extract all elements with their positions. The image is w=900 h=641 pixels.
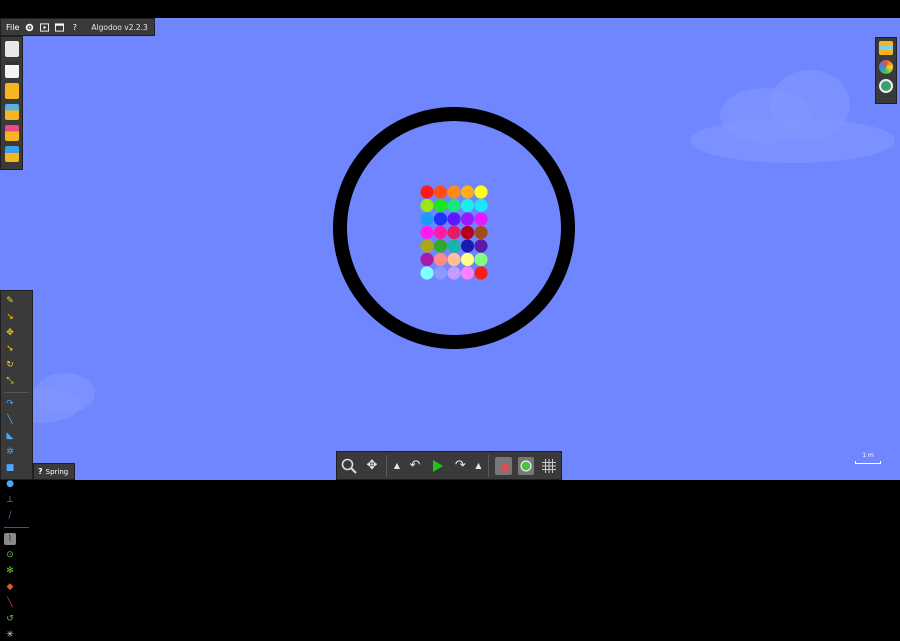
ball[interactable] (447, 239, 461, 253)
ball[interactable] (474, 198, 488, 213)
ball[interactable] (420, 198, 434, 213)
zoom-icon[interactable] (341, 457, 358, 475)
scene-canvas[interactable] (0, 18, 900, 480)
rope-tool-icon[interactable]: ↷ (4, 398, 16, 410)
laser-tool-icon[interactable]: ╲ (4, 597, 16, 609)
open-scene-icon[interactable] (4, 104, 19, 120)
ball-grid[interactable] (420, 185, 488, 280)
help-icon[interactable]: ? (70, 23, 79, 32)
gear-tool-icon[interactable]: ✲ (4, 446, 16, 458)
scene (333, 107, 575, 349)
plugin-icon[interactable] (879, 79, 893, 93)
open-folder-icon[interactable] (4, 83, 19, 99)
ball[interactable] (474, 212, 488, 226)
planet-icon[interactable] (517, 456, 535, 475)
ball[interactable] (460, 239, 475, 253)
tools-toolbar: ✎ ↘ ✥ ➘ ↻ ⤡ ↷ ╲ ◣ ✲ ■ ● ⊥ ⧸ ⌇ ⊙ ✻ ◆ ╲ ↺ … (0, 290, 33, 640)
chain-tool-icon[interactable]: ⧸ (4, 510, 16, 522)
ball[interactable] (447, 185, 461, 199)
scale-bar (855, 461, 881, 464)
ball[interactable] (433, 198, 448, 213)
ball[interactable] (460, 212, 475, 226)
file-toolbar (0, 36, 23, 170)
scale-indicator: 1 m (855, 452, 881, 464)
plane-tool-icon[interactable]: ⊥ (4, 494, 16, 506)
ball[interactable] (420, 185, 434, 199)
main-menu-bar: File ? Algodoo v2.2.3 (0, 18, 155, 36)
ball[interactable] (420, 239, 434, 253)
divider (386, 454, 388, 477)
polygon-tool-icon[interactable]: ◣ (4, 430, 16, 442)
ball[interactable] (460, 198, 475, 213)
ball[interactable] (460, 185, 475, 199)
ball[interactable] (447, 252, 461, 267)
ball[interactable] (474, 225, 488, 240)
ball[interactable] (474, 239, 488, 253)
background-icon[interactable] (495, 456, 512, 475)
ball[interactable] (460, 266, 475, 280)
drag-hand-icon[interactable]: ➘ (4, 343, 16, 355)
new-scene-icon[interactable] (4, 41, 19, 57)
layers-icon[interactable] (879, 41, 893, 55)
ball[interactable] (433, 252, 448, 267)
scale-tool-icon[interactable]: ⤡ (4, 375, 16, 387)
ball[interactable] (420, 212, 434, 226)
speed-up-arrow-icon[interactable]: ▲ (393, 457, 400, 475)
ball[interactable] (460, 252, 475, 267)
particle-tool-icon[interactable]: ✳ (4, 629, 16, 641)
blank-scene-icon[interactable] (4, 62, 19, 78)
ball[interactable] (420, 266, 434, 280)
version-label: Algodoo v2.2.3 (91, 22, 148, 32)
ball[interactable] (474, 252, 488, 267)
knife-tool-icon[interactable]: ╲ (4, 414, 16, 426)
simulation-toolbar: ✥ ▲ ↶ ↷ ▲ (336, 451, 562, 480)
palette-icon[interactable] (879, 60, 893, 74)
ball[interactable] (420, 252, 434, 267)
browse-online-icon[interactable] (4, 125, 19, 141)
drag-tool-icon[interactable]: ↘ (4, 311, 16, 323)
ball[interactable] (447, 225, 461, 240)
help-icon[interactable]: ? (38, 467, 43, 476)
file-menu[interactable]: File (6, 23, 19, 32)
divider (4, 527, 29, 528)
circle-tool-icon[interactable]: ● (4, 478, 16, 490)
ball[interactable] (433, 225, 448, 240)
ball[interactable] (433, 212, 448, 226)
ball[interactable] (460, 225, 475, 240)
ball[interactable] (447, 266, 461, 280)
ball[interactable] (447, 212, 461, 226)
pan-icon[interactable]: ✥ (364, 457, 381, 475)
gear-icon[interactable] (25, 23, 34, 32)
spring-tool-icon[interactable]: ⌇ (4, 533, 16, 545)
sketch-tool-icon[interactable]: ✎ (4, 295, 16, 307)
active-tool-label: ? Spring (33, 463, 75, 480)
ball[interactable] (474, 266, 488, 280)
undo-icon[interactable]: ↶ (407, 457, 424, 475)
divider (488, 454, 490, 477)
box-tool-icon[interactable]: ■ (4, 462, 16, 474)
play-icon[interactable] (40, 22, 50, 32)
hinge-tool-icon[interactable]: ⊙ (4, 549, 16, 561)
ball[interactable] (433, 239, 448, 253)
tool-name: Spring (45, 467, 69, 476)
divider (4, 392, 29, 393)
scale-label: 1 m (862, 452, 874, 459)
ball[interactable] (474, 185, 488, 199)
grid-icon[interactable] (540, 457, 557, 475)
ball[interactable] (433, 185, 448, 199)
fixate-tool-icon[interactable]: ✻ (4, 565, 16, 577)
save-icon[interactable] (4, 146, 19, 162)
ball[interactable] (420, 225, 434, 240)
window-icon[interactable] (55, 22, 65, 32)
view-toolbar (875, 37, 897, 104)
rotate-tool-icon[interactable]: ↻ (4, 359, 16, 371)
move-tool-icon[interactable]: ✥ (4, 327, 16, 339)
tracer-tool-icon[interactable]: ↺ (4, 613, 16, 625)
play-icon[interactable] (429, 457, 446, 475)
ball[interactable] (433, 266, 448, 280)
ball[interactable] (447, 198, 461, 213)
thruster-tool-icon[interactable]: ◆ (4, 581, 16, 593)
speed-down-arrow-icon[interactable]: ▲ (475, 457, 482, 475)
redo-icon[interactable]: ↷ (452, 457, 469, 475)
